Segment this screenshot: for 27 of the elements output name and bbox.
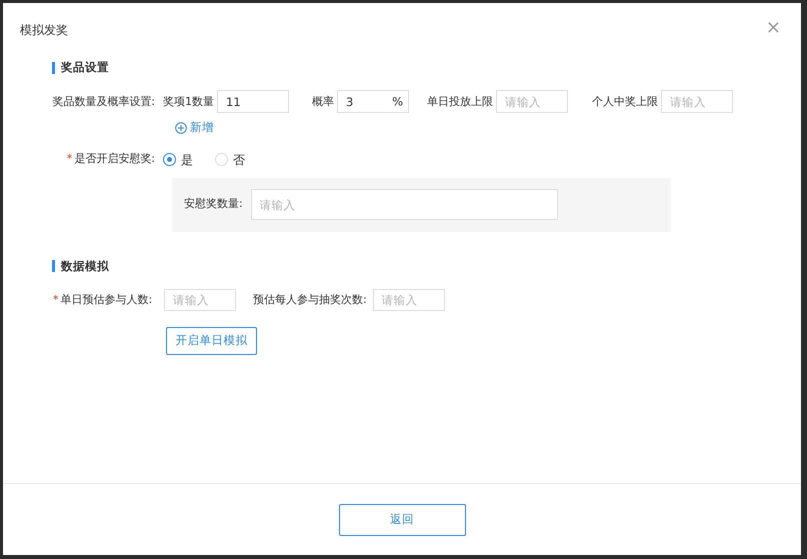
field-label: 单日预估参与人数:: [60, 292, 152, 306]
input-field[interactable]: 请输入: [372, 288, 445, 311]
unit-label: %: [392, 93, 403, 110]
input-field[interactable]: 11: [217, 90, 289, 114]
section-marker: [52, 260, 55, 272]
radio-option[interactable]: 否: [215, 150, 245, 168]
section-heading: 数据模拟: [61, 258, 109, 274]
required-mark: *: [66, 152, 72, 166]
section-heading: 奖品设置: [61, 59, 109, 76]
section-marker: [52, 62, 55, 74]
field-label: 概率: [312, 94, 335, 110]
required-mark: *: [53, 292, 58, 306]
input-field[interactable]: 请输入: [661, 90, 733, 114]
field-label: 安慰奖数量:: [184, 196, 244, 212]
input-field[interactable]: 请输入: [496, 90, 568, 114]
radio-circle[interactable]: [163, 153, 176, 166]
field-label: 奖项1数量: [163, 94, 215, 110]
field-label: 奖品数量及概率设置:: [52, 94, 156, 110]
add-icon: [175, 122, 187, 134]
input-field[interactable]: 请输入: [164, 288, 236, 311]
field-label: 预估每人参与抽奖次数:: [253, 292, 368, 308]
field-label: 单日投放上限: [427, 94, 494, 110]
dialog-title: 模拟发奖: [20, 22, 68, 39]
input-field[interactable]: 请输入: [250, 189, 558, 220]
field-label: 是否开启安慰奖:: [74, 152, 155, 166]
radio-option[interactable]: 是: [163, 150, 193, 168]
field-label: 个人中奖上限: [592, 94, 659, 110]
